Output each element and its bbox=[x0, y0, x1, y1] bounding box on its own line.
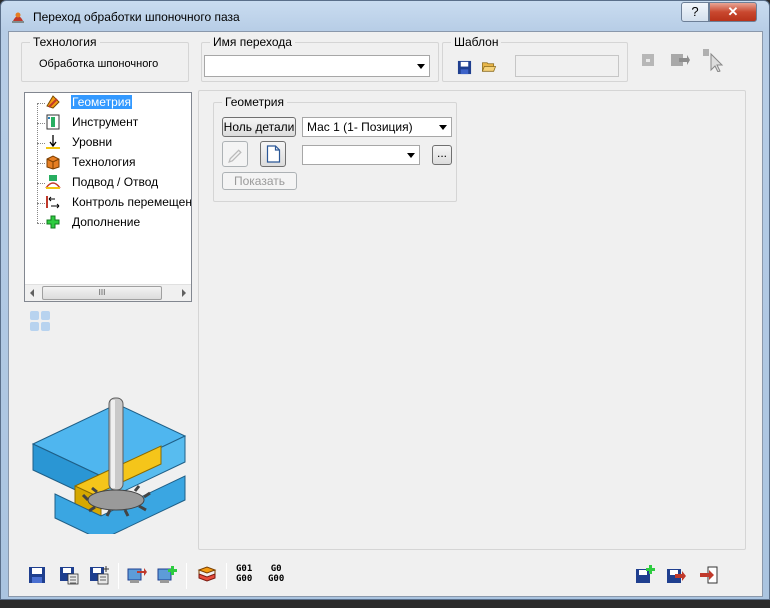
tree-item-label: Геометрия bbox=[71, 95, 132, 109]
mac-combo[interactable]: Мас 1 (1- Позиция) bbox=[302, 117, 452, 137]
tree-item-label: Подвод / Отвод bbox=[72, 175, 159, 189]
gcode-label: G01 bbox=[236, 564, 253, 574]
tree-item-label: Инструмент bbox=[72, 115, 139, 129]
toolbar-separator bbox=[118, 563, 119, 589]
tree-item-label: Уровни bbox=[72, 135, 113, 149]
grid-view-icon[interactable] bbox=[29, 310, 51, 332]
geometry-combo[interactable] bbox=[302, 145, 420, 165]
open-folder-icon[interactable] bbox=[481, 59, 497, 74]
edit-geometry-button[interactable] bbox=[222, 141, 248, 167]
tool-icon bbox=[46, 114, 60, 130]
gcode-g01-button[interactable]: G01 G00 bbox=[236, 564, 252, 584]
levels-icon bbox=[46, 135, 60, 149]
tree-connector bbox=[37, 203, 45, 204]
tree-connector bbox=[37, 223, 45, 224]
tree-item-label: Технология bbox=[72, 155, 136, 169]
browse-button[interactable]: ... bbox=[432, 145, 452, 165]
chevron-down-icon bbox=[407, 153, 415, 158]
gcode-g0-button[interactable]: G0 G00 bbox=[268, 564, 284, 584]
gcode-label: G0 bbox=[270, 564, 282, 574]
tree-connector bbox=[37, 183, 45, 184]
save-export-icon[interactable] bbox=[666, 565, 686, 585]
save-icon[interactable] bbox=[27, 565, 47, 585]
pass-name-group-label: Имя перехода bbox=[210, 35, 295, 49]
new-document-icon bbox=[266, 145, 281, 163]
scroll-right-icon[interactable] bbox=[182, 289, 186, 297]
add-program-icon[interactable] bbox=[157, 565, 177, 585]
technology-group: Технология Обработка шпоночного bbox=[21, 35, 189, 82]
tree-item-label: Дополнение bbox=[72, 215, 141, 229]
scroll-left-icon[interactable] bbox=[30, 289, 34, 297]
navigation-tree[interactable]: Геометрия Инструмент Уровни Технология П… bbox=[24, 92, 192, 302]
addition-icon bbox=[46, 215, 60, 229]
save-template-icon[interactable] bbox=[457, 60, 472, 75]
content-panel: Геометрия Ноль детали Мас 1 (1- Позиция) bbox=[198, 90, 746, 550]
tree-item-label: Контроль перемещен bbox=[72, 195, 192, 209]
motion-control-icon bbox=[46, 196, 60, 209]
template-group-label: Шаблон bbox=[451, 35, 502, 49]
tree-connector bbox=[37, 123, 45, 124]
tree-horizontal-scrollbar[interactable]: III bbox=[25, 284, 191, 301]
gcode-label: G00 bbox=[236, 574, 253, 584]
tree-connector bbox=[37, 143, 45, 144]
app-icon bbox=[12, 12, 24, 23]
show-button[interactable]: Показать bbox=[222, 172, 297, 190]
background-strip bbox=[0, 600, 770, 608]
geometry-group: Геометрия Ноль детали Мас 1 (1- Позиция) bbox=[213, 95, 457, 202]
title-bar[interactable]: Переход обработки шпоночного паза ? ✕ bbox=[1, 1, 769, 31]
gray-save-icon[interactable] bbox=[641, 52, 655, 68]
save-calculate-icon[interactable] bbox=[59, 565, 79, 585]
export-program-icon[interactable] bbox=[127, 565, 147, 585]
technology-group-label: Технология bbox=[30, 35, 100, 49]
dialog-client-area: Технология Обработка шпоночного Имя пере… bbox=[8, 31, 763, 597]
geometry-group-label: Геометрия bbox=[222, 95, 287, 109]
dialog-window: Переход обработки шпоночного паза ? ✕ Те… bbox=[0, 0, 770, 600]
chevron-down-icon bbox=[417, 64, 425, 69]
save-add-icon[interactable] bbox=[635, 565, 655, 585]
geometry-icon bbox=[46, 95, 60, 109]
gray-export-icon[interactable] bbox=[669, 50, 691, 70]
exit-icon[interactable] bbox=[699, 565, 719, 585]
approach-retract-icon bbox=[45, 175, 61, 189]
close-button[interactable]: ✕ bbox=[709, 2, 757, 22]
help-button[interactable]: ? bbox=[681, 2, 709, 22]
pass-name-group: Имя перехода bbox=[201, 35, 439, 82]
tree-connector bbox=[37, 163, 45, 164]
part-zero-button[interactable]: Ноль детали bbox=[222, 117, 296, 137]
gray-cursor-icon[interactable] bbox=[699, 46, 725, 72]
scroll-thumb[interactable]: III bbox=[42, 286, 162, 300]
mac-value: Мас 1 (1- Позиция) bbox=[307, 120, 413, 134]
toolbar-separator bbox=[186, 563, 187, 589]
chevron-down-icon bbox=[439, 125, 447, 130]
save-all-calculate-icon[interactable] bbox=[89, 565, 109, 585]
pencil-icon bbox=[228, 149, 242, 163]
tree-connector bbox=[37, 103, 45, 104]
toolbar-separator bbox=[226, 563, 227, 589]
template-group: Шаблон bbox=[442, 35, 628, 82]
technology-icon bbox=[46, 155, 60, 170]
window-title: Переход обработки шпоночного паза bbox=[33, 10, 240, 24]
new-geometry-button[interactable] bbox=[260, 141, 286, 167]
gcode-label: G00 bbox=[268, 574, 285, 584]
pass-name-combo[interactable] bbox=[204, 55, 430, 77]
layers-icon[interactable] bbox=[197, 565, 217, 585]
template-field bbox=[515, 55, 619, 77]
bottom-toolbar: G01 G00 G0 G00 bbox=[9, 557, 762, 597]
keyway-preview-image bbox=[31, 397, 187, 534]
technology-value: Обработка шпоночного bbox=[39, 58, 159, 70]
